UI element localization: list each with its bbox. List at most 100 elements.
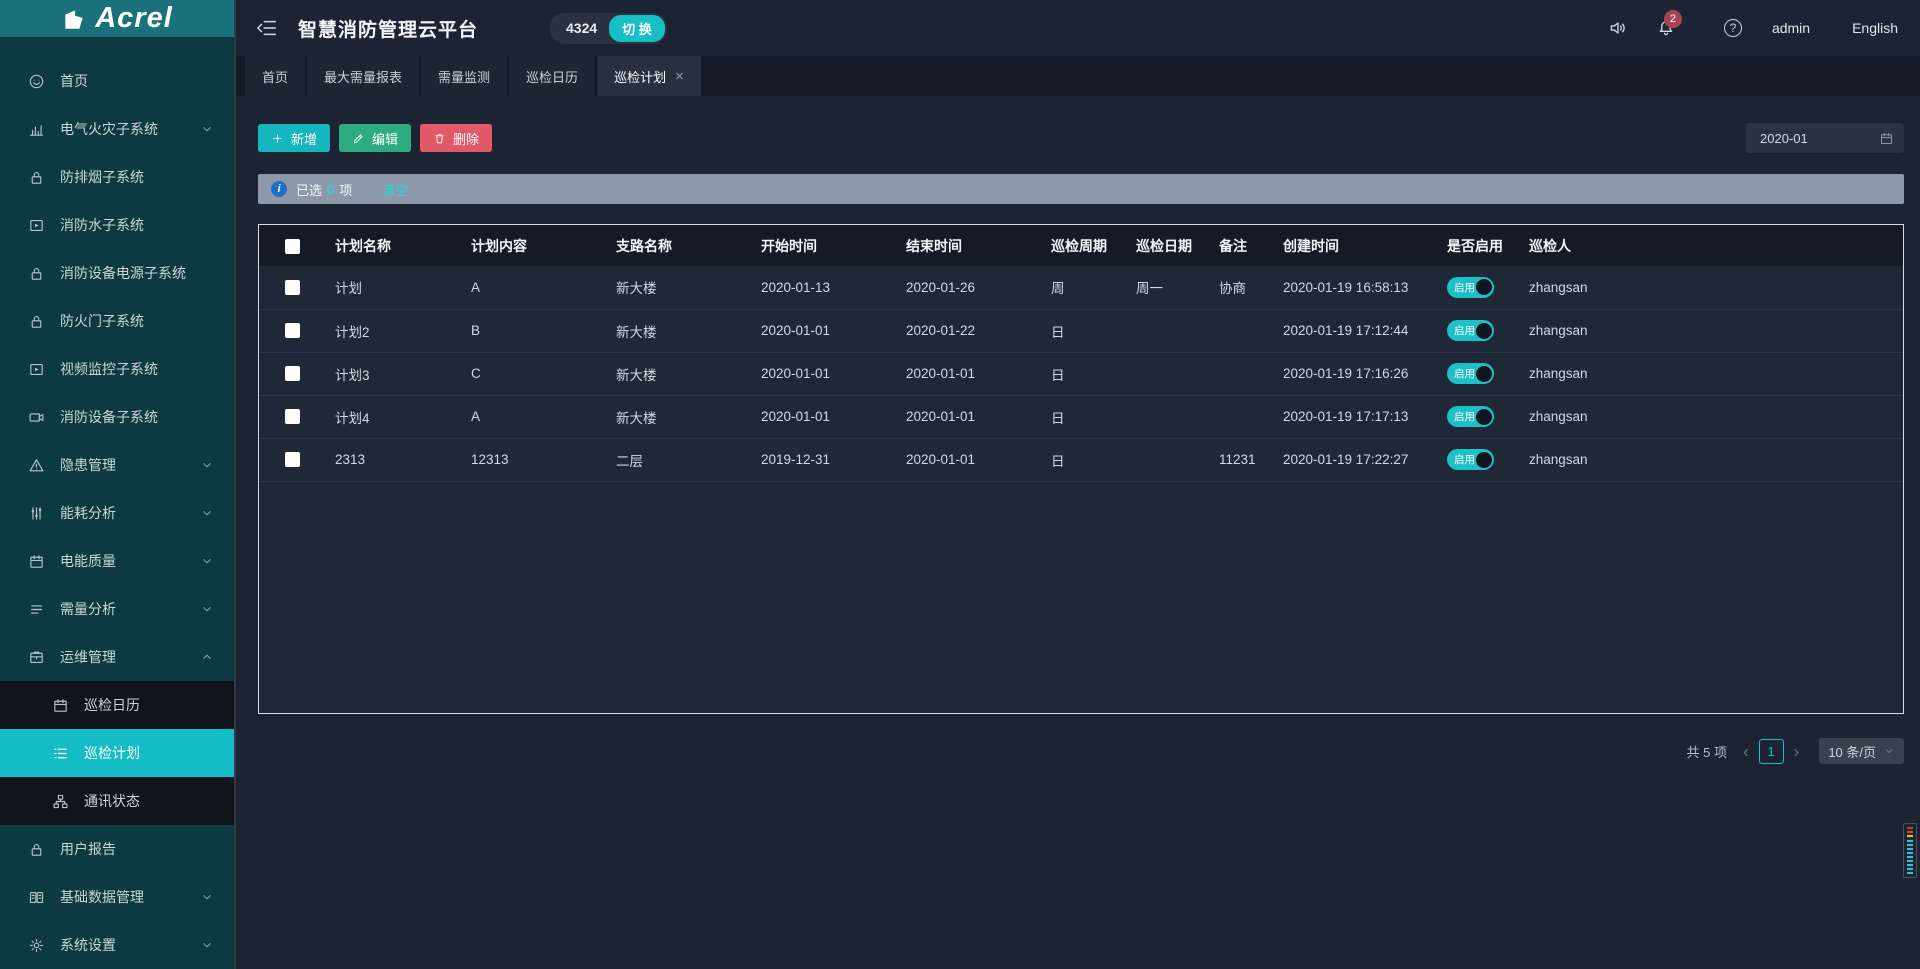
row-checkbox[interactable]: [285, 280, 300, 295]
cell-inspector: zhangsan: [1517, 438, 1903, 481]
selection-info-bar: i 已选 0 项 清空: [258, 174, 1904, 204]
add-button[interactable]: 新增: [258, 124, 330, 152]
sidebar-item-inspection-calendar[interactable]: 巡检日历: [0, 681, 234, 729]
lock-icon: [28, 841, 45, 858]
plans-table: 计划名称 计划内容 支路名称 开始时间 结束时间 巡检周期 巡检日期 备注 创建…: [259, 225, 1903, 482]
tab-max-demand-report[interactable]: 最大需量报表: [307, 56, 419, 96]
enable-toggle[interactable]: 启用: [1447, 449, 1494, 470]
enable-toggle[interactable]: 启用: [1447, 277, 1494, 298]
plans-table-container: 计划名称 计划内容 支路名称 开始时间 结束时间 巡检周期 巡检日期 备注 创建…: [258, 224, 1904, 714]
sidebar-item-label: 电气火灾子系统: [60, 119, 158, 139]
sidebar-nav: 首页 电气火灾子系统 防排烟子系统 消防水子系统 消防设备电源子系统 防: [0, 37, 234, 969]
sidebar-item-inspection-plan[interactable]: 巡检计划: [0, 729, 234, 777]
sidebar-item-smoke-control[interactable]: 防排烟子系统: [0, 153, 234, 201]
sidebar-item-ops-mgmt[interactable]: 运维管理: [0, 633, 234, 681]
table-row[interactable]: 2313 12313 二层 2019-12-31 2020-01-01 日 11…: [259, 438, 1903, 481]
tab-home[interactable]: 首页: [245, 56, 305, 96]
user-menu[interactable]: admin: [1772, 20, 1810, 36]
toolbox-icon: [28, 649, 45, 666]
toolbar: 新增 编辑 删除 2020-01: [258, 123, 1904, 153]
sidebar-item-electrical-fire[interactable]: 电气火灾子系统: [0, 105, 234, 153]
app-root: Acrel 首页 电气火灾子系统 防排烟子系统 消防水子系统 消防: [0, 0, 1920, 969]
table-row[interactable]: 计划2 B 新大楼 2020-01-01 2020-01-22 日 2020-0…: [259, 309, 1903, 352]
sidebar-item-basic-data[interactable]: 基础数据管理: [0, 873, 234, 921]
table-row[interactable]: 计划3 C 新大楼 2020-01-01 2020-01-01 日 2020-0…: [259, 352, 1903, 395]
next-page-icon[interactable]: ›: [1794, 743, 1800, 760]
sidebar-item-power-quality[interactable]: 电能质量: [0, 537, 234, 585]
sidebar-item-demand-analysis[interactable]: 需量分析: [0, 585, 234, 633]
camera-icon: [28, 409, 45, 426]
sidebar-item-system-settings[interactable]: 系统设置: [0, 921, 234, 969]
cell-plan-content: 12313: [459, 438, 604, 481]
speaker-icon[interactable]: [1608, 18, 1628, 38]
language-switch[interactable]: English: [1852, 20, 1898, 36]
col-enabled: 是否启用: [1435, 225, 1517, 266]
sidebar-item-label: 通讯状态: [84, 791, 140, 811]
sidebar-item-comm-status[interactable]: 通讯状态: [0, 777, 234, 825]
cell-cycle: 日: [1039, 352, 1124, 395]
enable-toggle[interactable]: 启用: [1447, 320, 1494, 341]
list-icon: [52, 745, 69, 762]
gear-icon: [28, 937, 45, 954]
edit-button[interactable]: 编辑: [339, 124, 411, 152]
delete-button[interactable]: 删除: [420, 124, 492, 152]
col-inspector: 巡检人: [1517, 225, 1903, 266]
page-size-select[interactable]: 10 条/页: [1819, 738, 1904, 764]
row-checkbox[interactable]: [285, 452, 300, 467]
cell-plan-name: 计划2: [323, 309, 459, 352]
cell-start-time: 2020-01-01: [749, 395, 894, 438]
enable-toggle[interactable]: 启用: [1447, 406, 1494, 427]
col-branch-name: 支路名称: [604, 225, 749, 266]
col-cycle: 巡检周期: [1039, 225, 1124, 266]
tab-inspection-plan[interactable]: 巡检计划 ×: [597, 56, 701, 96]
sidebar-item-fire-equipment[interactable]: 消防设备子系统: [0, 393, 234, 441]
id-card-icon: [28, 889, 45, 906]
close-tab-icon[interactable]: ×: [675, 68, 684, 85]
collapse-menu-icon[interactable]: [256, 17, 278, 39]
cell-plan-content: A: [459, 266, 604, 309]
sidebar-item-label: 防排烟子系统: [60, 167, 144, 187]
total-count: 共 5 项: [1687, 742, 1727, 761]
lock-icon: [28, 313, 45, 330]
sliders-icon: [28, 505, 45, 522]
page-number[interactable]: 1: [1759, 739, 1784, 764]
sidebar-item-fire-door[interactable]: 防火门子系统: [0, 297, 234, 345]
table-row[interactable]: 计划 A 新大楼 2020-01-13 2020-01-26 周 周一 协商 2…: [259, 266, 1903, 309]
play-square-icon: [28, 361, 45, 378]
chevron-down-icon: [200, 122, 214, 136]
sidebar-item-hazard-mgmt[interactable]: 隐患管理: [0, 441, 234, 489]
cell-cycle: 日: [1039, 395, 1124, 438]
tab-demand-monitor[interactable]: 需量监测: [421, 56, 507, 96]
select-all-checkbox[interactable]: [285, 239, 300, 254]
sidebar-item-energy-analysis[interactable]: 能耗分析: [0, 489, 234, 537]
cell-end-time: 2020-01-01: [894, 438, 1039, 481]
header-actions: 2 ? admin English: [1580, 18, 1898, 38]
cell-enabled: 启用: [1435, 309, 1517, 352]
sidebar-item-home[interactable]: 首页: [0, 57, 234, 105]
month-picker[interactable]: 2020-01: [1746, 123, 1904, 153]
cell-end-time: 2020-01-01: [894, 352, 1039, 395]
row-checkbox[interactable]: [285, 409, 300, 424]
sidebar-item-fire-power[interactable]: 消防设备电源子系统: [0, 249, 234, 297]
tab-inspection-calendar[interactable]: 巡检日历: [509, 56, 595, 96]
row-checkbox-cell: [259, 352, 323, 395]
enable-toggle[interactable]: 启用: [1447, 363, 1494, 384]
switch-project-button[interactable]: 切 换: [609, 15, 665, 42]
help-icon[interactable]: ?: [1724, 19, 1742, 37]
table-row[interactable]: 计划4 A 新大楼 2020-01-01 2020-01-01 日 2020-0…: [259, 395, 1903, 438]
cell-inspection-date: [1124, 395, 1207, 438]
row-checkbox[interactable]: [285, 366, 300, 381]
clear-selection-link[interactable]: 清空: [382, 180, 408, 199]
page-minimap-scrollbar[interactable]: [1903, 823, 1917, 878]
row-checkbox[interactable]: [285, 323, 300, 338]
sidebar-item-user-report[interactable]: 用户报告: [0, 825, 234, 873]
prev-page-icon[interactable]: ‹: [1743, 743, 1749, 760]
sidebar-item-label: 系统设置: [60, 935, 116, 955]
acrel-logo: Acrel: [0, 0, 234, 37]
sidebar-item-fire-water[interactable]: 消防水子系统: [0, 201, 234, 249]
play-square-icon: [28, 217, 45, 234]
sidebar-item-label: 运维管理: [60, 647, 116, 667]
col-created-time: 创建时间: [1271, 225, 1435, 266]
cell-start-time: 2020-01-13: [749, 266, 894, 309]
sidebar-item-video-monitor[interactable]: 视频监控子系统: [0, 345, 234, 393]
